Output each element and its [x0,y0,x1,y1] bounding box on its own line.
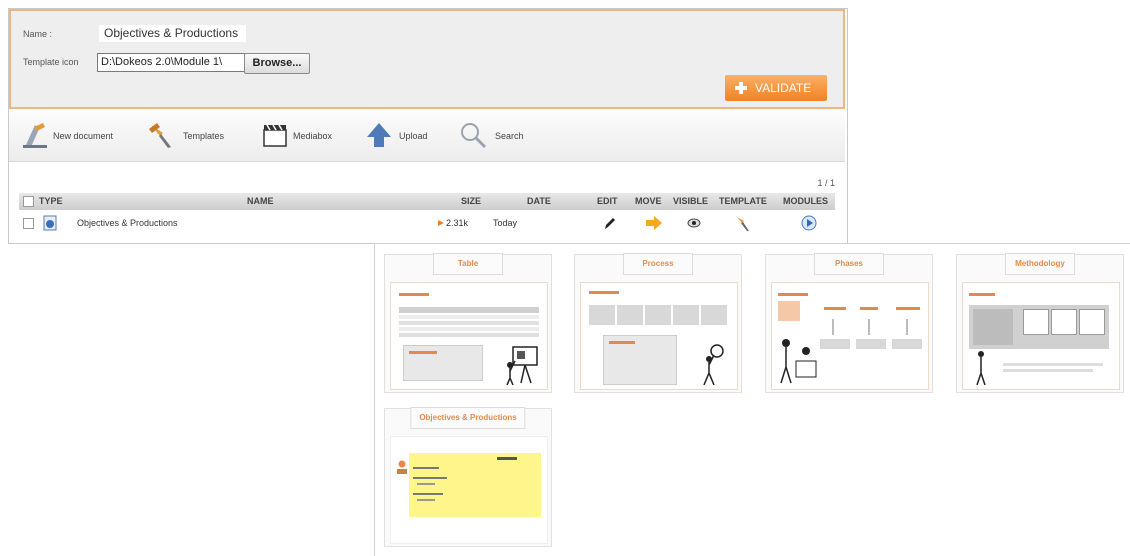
templates-button[interactable]: Templates [147,121,237,149]
col-edit: EDIT [597,196,618,206]
new-document-button[interactable]: New document [21,121,131,149]
play-circle-icon[interactable] [801,215,817,231]
row-date: Today [493,218,518,228]
people-at-desk-icon [780,339,817,384]
template-card-title: Objectives & Productions [410,407,526,429]
row-size: 2.31k [446,218,469,228]
template-card-phases[interactable]: Phases [765,253,933,393]
move-arrow-icon[interactable] [645,215,663,231]
validate-label: VALIDATE [755,81,812,95]
search-button[interactable]: Search [459,121,539,149]
template-icon-label: Template icon [23,57,79,67]
eye-icon[interactable] [687,217,701,229]
col-move: MOVE [635,196,662,206]
template-card-process[interactable]: Process [574,253,742,393]
document-toolbar: New document Templates Mediabox Upload S… [9,109,845,162]
mediabox-label: Mediabox [293,131,333,141]
validate-button[interactable]: VALIDATE [725,75,827,101]
col-date[interactable]: DATE [527,196,551,206]
upload-button[interactable]: Upload [365,121,445,149]
template-card-table[interactable]: Table [384,253,552,393]
template-card-title: Process [623,253,693,275]
col-visible: VISIBLE [673,196,709,206]
browse-button[interactable]: Browse... [244,53,310,74]
mediabox-button[interactable]: Mediabox [261,121,351,149]
table-row: Objectives & Productions 2.31k Today [19,212,835,234]
templates-label: Templates [183,131,225,141]
row-name-link[interactable]: Objectives & Productions [77,218,178,228]
name-label: Name : [23,29,53,39]
magnifier-figure-icon [703,344,724,385]
col-template: TEMPLATE [719,196,767,206]
download-icon[interactable] [437,219,445,227]
template-card-methodology[interactable]: Methodology [956,253,1124,393]
template-thumbnail [580,282,738,390]
template-thumbnail [771,282,929,390]
plus-icon [735,82,747,94]
template-card-title: Methodology [1005,253,1075,275]
col-modules: MODULES [783,196,828,206]
row-checkbox[interactable] [23,218,34,229]
search-label: Search [495,131,524,141]
template-card-title: Table [433,253,503,275]
pagination-indicator: 1 / 1 [817,178,835,188]
new-document-icon [23,123,47,148]
pencil-icon[interactable] [603,216,617,230]
search-icon [461,123,487,149]
template-thumbnail [390,282,548,390]
col-type[interactable]: TYPE [39,196,63,206]
standing-person-icon [976,351,986,385]
upload-label: Upload [399,131,428,141]
table-header: TYPE NAME SIZE DATE EDIT MOVE VISIBLE TE… [19,193,835,210]
template-hammer-icon[interactable] [735,214,751,232]
templates-panel: Table Process Phases Methodology Objecti… [374,243,1130,556]
col-size[interactable]: SIZE [461,196,481,206]
template-thumbnail [390,436,548,544]
template-icon-file-input[interactable]: D:\Dokeos 2.0\Module 1\ [97,53,247,72]
new-document-label: New document [53,131,114,141]
person-badge-icon [397,460,407,474]
template-thumbnail [962,282,1120,390]
template-card-objectives-productions[interactable]: Objectives & Productions [384,407,552,547]
html-document-icon [43,215,57,231]
name-input[interactable]: Objectives & Productions [99,25,246,42]
template-card-title: Phases [814,253,884,275]
col-name[interactable]: NAME [247,196,274,206]
clapperboard-icon [263,124,287,147]
select-all-checkbox[interactable] [23,196,34,207]
templates-icon [149,123,171,148]
document-editor-window: Name : Objectives & Productions Template… [8,8,848,244]
template-form: Name : Objectives & Productions Template… [9,9,845,109]
upload-arrow-icon [367,123,391,147]
presenter-illustration-icon [506,346,538,385]
